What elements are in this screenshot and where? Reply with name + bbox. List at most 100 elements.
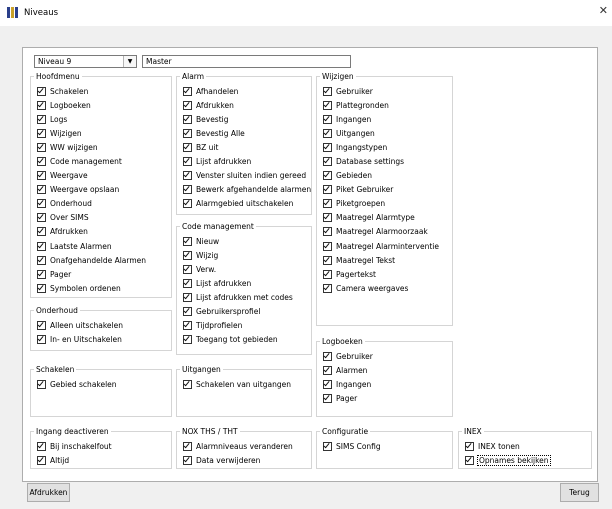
level-select[interactable]: Niveau 9 ▼ bbox=[34, 55, 137, 68]
checkbox-item[interactable]: Venster sluiten indien gereed bbox=[183, 169, 307, 183]
checkbox-item[interactable]: Alleen uitschakelen bbox=[37, 318, 167, 332]
checkbox-checked[interactable] bbox=[183, 441, 192, 451]
checkbox-item[interactable]: Onderhoud bbox=[37, 197, 167, 211]
checkbox-checked[interactable] bbox=[183, 199, 192, 209]
checkbox-checked[interactable] bbox=[323, 241, 332, 251]
checkbox-checked[interactable] bbox=[183, 264, 192, 274]
checkbox-checked[interactable] bbox=[323, 269, 332, 279]
checkbox-item[interactable]: Bij inschakelfout bbox=[37, 439, 167, 453]
checkbox-item[interactable]: Lijst afdrukken bbox=[183, 154, 307, 168]
checkbox-checked[interactable] bbox=[323, 171, 332, 181]
checkbox-item[interactable]: Maatregel Alarminterventie bbox=[323, 239, 448, 253]
checkbox-item[interactable]: In- en Uitschakelen bbox=[37, 332, 167, 346]
chevron-down-icon[interactable]: ▼ bbox=[123, 56, 136, 67]
checkbox-item[interactable]: INEX tonen bbox=[465, 439, 587, 453]
checkbox-item[interactable]: Maatregel Alarmoorzaak bbox=[323, 225, 448, 239]
checkbox-item[interactable]: BZ uit bbox=[183, 140, 307, 154]
checkbox-checked[interactable] bbox=[323, 100, 332, 110]
checkbox-item[interactable]: Gebieden bbox=[323, 169, 448, 183]
checkbox-checked[interactable] bbox=[323, 142, 332, 152]
checkbox-item[interactable]: Code management bbox=[37, 154, 167, 168]
checkbox-checked[interactable] bbox=[323, 86, 332, 96]
checkbox-item[interactable]: Lijst afdrukken bbox=[183, 276, 307, 290]
checkbox-item[interactable]: Maatregel Alarmtype bbox=[323, 211, 448, 225]
checkbox-checked[interactable] bbox=[37, 255, 46, 265]
checkbox-checked[interactable] bbox=[183, 455, 192, 465]
checkbox-item[interactable]: Onafgehandelde Alarmen bbox=[37, 253, 167, 267]
checkbox-checked[interactable] bbox=[37, 185, 46, 195]
checkbox-checked[interactable] bbox=[183, 142, 192, 152]
checkbox-checked[interactable] bbox=[37, 86, 46, 96]
checkbox-item[interactable]: Piket Gebruiker bbox=[323, 183, 448, 197]
checkbox-item[interactable]: Gebruiker bbox=[323, 84, 448, 98]
checkbox-item[interactable]: Lijst afdrukken met codes bbox=[183, 290, 307, 304]
checkbox-item[interactable]: Pager bbox=[37, 267, 167, 281]
checkbox-item[interactable]: Piketgroepen bbox=[323, 197, 448, 211]
checkbox-checked[interactable] bbox=[37, 379, 46, 389]
checkbox-checked[interactable] bbox=[37, 213, 46, 223]
close-icon[interactable]: ✕ bbox=[599, 5, 608, 17]
checkbox-item[interactable]: Opnames bekijken bbox=[465, 453, 587, 467]
checkbox-item[interactable]: Afdrukken bbox=[183, 98, 307, 112]
checkbox-checked[interactable] bbox=[37, 455, 46, 465]
checkbox-checked[interactable] bbox=[323, 227, 332, 237]
checkbox-checked[interactable] bbox=[323, 351, 332, 361]
checkbox-item[interactable]: Altijd bbox=[37, 453, 167, 467]
checkbox-item[interactable]: Gebied schakelen bbox=[37, 377, 167, 391]
print-button[interactable]: Afdrukken bbox=[27, 483, 70, 502]
checkbox-item[interactable]: Gebruiker bbox=[323, 349, 448, 363]
checkbox-checked[interactable] bbox=[37, 199, 46, 209]
checkbox-item[interactable]: Wijzigen bbox=[37, 126, 167, 140]
checkbox-checked[interactable] bbox=[37, 142, 46, 152]
checkbox-checked[interactable] bbox=[323, 199, 332, 209]
checkbox-checked[interactable] bbox=[183, 236, 192, 246]
checkbox-item[interactable]: Bewerk afgehandelde alarmen bbox=[183, 183, 311, 197]
checkbox-item[interactable]: Gebruikersprofiel bbox=[183, 304, 307, 318]
checkbox-item[interactable]: Uitgangen bbox=[323, 126, 448, 140]
checkbox-item[interactable]: Bevestig bbox=[183, 112, 307, 126]
checkbox-checked[interactable] bbox=[183, 379, 192, 389]
checkbox-checked[interactable] bbox=[37, 241, 46, 251]
checkbox-item[interactable]: Database settings bbox=[323, 154, 448, 168]
checkbox-item[interactable]: SIMS Config bbox=[323, 439, 448, 453]
checkbox-checked[interactable] bbox=[37, 283, 46, 293]
checkbox-item[interactable]: Pagertekst bbox=[323, 267, 448, 281]
checkbox-item[interactable]: Schakelen van uitgangen bbox=[183, 377, 307, 391]
checkbox-checked[interactable] bbox=[323, 213, 332, 223]
checkbox-item[interactable]: Pager bbox=[323, 391, 448, 405]
checkbox-item[interactable]: Bevestig Alle bbox=[183, 126, 307, 140]
checkbox-checked[interactable] bbox=[323, 393, 332, 403]
checkbox-item[interactable]: Schakelen bbox=[37, 84, 167, 98]
checkbox-item[interactable]: Ingangen bbox=[323, 112, 448, 126]
checkbox-checked[interactable] bbox=[37, 227, 46, 237]
checkbox-item[interactable]: Camera weergaves bbox=[323, 281, 448, 295]
checkbox-item[interactable]: Afhandelen bbox=[183, 84, 307, 98]
back-button[interactable]: Terug bbox=[560, 483, 599, 502]
checkbox-checked[interactable] bbox=[465, 441, 474, 451]
checkbox-item[interactable]: Logboeken bbox=[37, 98, 167, 112]
checkbox-item[interactable]: Weergave opslaan bbox=[37, 183, 167, 197]
checkbox-checked[interactable] bbox=[323, 255, 332, 265]
checkbox-checked[interactable] bbox=[37, 334, 46, 344]
checkbox-checked[interactable] bbox=[37, 320, 46, 330]
checkbox-checked[interactable] bbox=[323, 114, 332, 124]
checkbox-checked[interactable] bbox=[323, 128, 332, 138]
checkbox-checked[interactable] bbox=[183, 171, 192, 181]
checkbox-checked[interactable] bbox=[183, 250, 192, 260]
checkbox-checked[interactable] bbox=[183, 292, 192, 302]
checkbox-checked[interactable] bbox=[323, 185, 332, 195]
checkbox-item[interactable]: Logs bbox=[37, 112, 167, 126]
checkbox-checked[interactable] bbox=[183, 114, 192, 124]
checkbox-checked[interactable] bbox=[183, 335, 192, 345]
checkbox-checked[interactable] bbox=[37, 100, 46, 110]
checkbox-checked[interactable] bbox=[183, 278, 192, 288]
checkbox-item[interactable]: Nieuw bbox=[183, 234, 307, 248]
checkbox-checked[interactable] bbox=[37, 269, 46, 279]
checkbox-item[interactable]: Weergave bbox=[37, 169, 167, 183]
checkbox-checked[interactable] bbox=[323, 365, 332, 375]
checkbox-item[interactable]: Toegang tot gebieden bbox=[183, 333, 307, 347]
checkbox-item[interactable]: Ingangstypen bbox=[323, 140, 448, 154]
checkbox-item[interactable]: Laatste Alarmen bbox=[37, 239, 167, 253]
checkbox-item[interactable]: Over SIMS bbox=[37, 211, 167, 225]
checkbox-checked[interactable] bbox=[37, 441, 46, 451]
